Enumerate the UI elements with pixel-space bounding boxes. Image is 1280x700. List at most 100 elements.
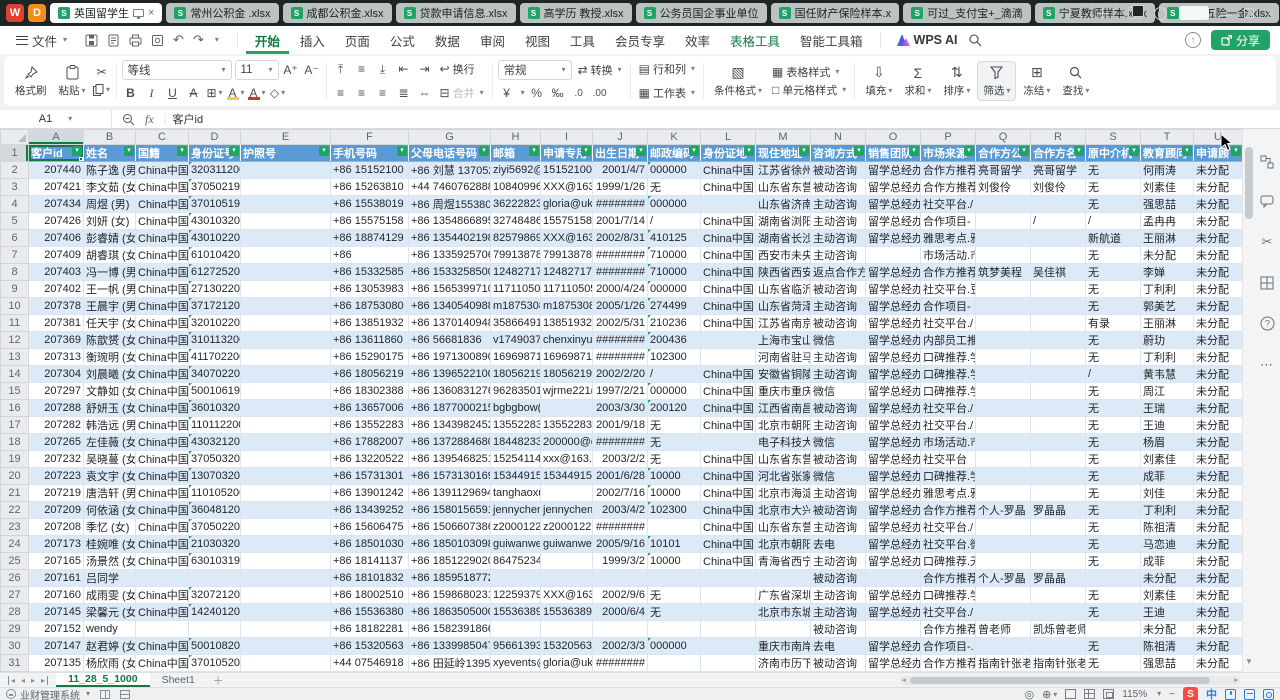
column-header-J[interactable]: J (593, 130, 648, 145)
last-sheet-icon[interactable]: ▸ (41, 676, 48, 685)
merge-cells-button[interactable]: ⊟合并 (437, 84, 487, 102)
cell-I12[interactable]: chenxinyur (541, 332, 593, 349)
zoom-formula-icon[interactable] (122, 113, 135, 126)
column-header-C[interactable]: C (136, 130, 189, 145)
cell-U24[interactable]: 未分配 (1194, 536, 1243, 553)
cell-T2[interactable]: 何雨涛 (1141, 162, 1194, 179)
cell-L24[interactable]: China中国 (701, 536, 756, 553)
cell-M24[interactable]: 北京市朝阳 (756, 536, 811, 553)
cell-M15[interactable]: 重庆市重庆 (756, 383, 811, 400)
cell-J19[interactable]: 2003/2/2 (593, 451, 648, 468)
cell-J24[interactable]: 2005/9/16 (593, 536, 648, 553)
cell-U4[interactable]: 未分配 (1194, 196, 1243, 213)
cell-K16[interactable]: 200120 (648, 400, 701, 417)
cell-G8[interactable]: +86 1533258500 (409, 264, 491, 281)
cell-H24[interactable]: guiwanwei (491, 536, 541, 553)
cell-F13[interactable]: +86 15290175 (331, 349, 409, 366)
cell-M4[interactable]: 山东省济南 (756, 196, 811, 213)
cell-H13[interactable]: 169698712 (491, 349, 541, 366)
copy-button[interactable] (93, 81, 111, 99)
cell-J7[interactable]: ######## (593, 247, 648, 264)
column-header-H[interactable]: H (491, 130, 541, 145)
filter-dropdown-icon[interactable] (744, 146, 754, 156)
cell-K2[interactable]: 000000 (648, 162, 701, 179)
cell-I30[interactable]: 153205639 (541, 638, 593, 655)
ime-mic-icon[interactable] (1225, 689, 1236, 700)
view-pagebreak-icon[interactable] (1084, 689, 1095, 699)
cell-N30[interactable]: 去电 (811, 638, 866, 655)
column-header-A[interactable]: A (29, 130, 84, 145)
column-header-D[interactable]: D (189, 130, 241, 145)
header-cell-F1[interactable]: 手机号码 (331, 145, 409, 162)
cell-Q7[interactable] (976, 247, 1031, 264)
cell-O3[interactable]: 留学总经办 (866, 179, 921, 196)
column-header-G[interactable]: G (409, 130, 491, 145)
cell-B7[interactable]: 胡睿琪 (女 (84, 247, 136, 264)
cell-R22[interactable]: 罗晶晶 (1031, 502, 1086, 519)
cell-H29[interactable] (491, 621, 541, 638)
minimize-button[interactable] (1221, 10, 1232, 16)
cell-T6[interactable]: 王丽淋 (1141, 230, 1194, 247)
filter-dropdown-icon[interactable] (529, 146, 539, 156)
cell-I16[interactable] (541, 400, 593, 417)
cell-C12[interactable]: China中国 (136, 332, 189, 349)
header-cell-Q1[interactable]: 合作方公 (976, 145, 1031, 162)
cell-B17[interactable]: 韩浩远 (男 (84, 417, 136, 434)
cell-C27[interactable]: China中国 (136, 587, 189, 604)
cell-C16[interactable]: China中国 (136, 400, 189, 417)
cell-G2[interactable]: +86 刘慧 137052 (409, 162, 491, 179)
cell-P27[interactable]: 口碑推荐.学 (921, 587, 976, 604)
cell-N28[interactable]: 主动咨询 (811, 604, 866, 621)
cell-U23[interactable]: 未分配 (1194, 519, 1243, 536)
decrease-decimal-button[interactable]: .00 (591, 84, 609, 102)
cell-U17[interactable]: 未分配 (1194, 417, 1243, 434)
menu-item-8[interactable]: 会员专享 (606, 27, 674, 54)
cell-L18[interactable] (701, 434, 756, 451)
vertical-scrollbar-thumb[interactable] (1245, 147, 1253, 219)
cell-M21[interactable]: 北京市海淀 (756, 485, 811, 502)
cell-G6[interactable]: +86 1354402198 (409, 230, 491, 247)
cell-U6[interactable]: 未分配 (1194, 230, 1243, 247)
cell-K25[interactable]: 10000 (648, 553, 701, 570)
cell-L21[interactable]: China中国 (701, 485, 756, 502)
next-sheet-icon[interactable]: ▸ (31, 676, 35, 685)
row-header-20[interactable]: 20 (1, 468, 29, 485)
cell-E3[interactable] (241, 179, 331, 196)
cell-G12[interactable]: +86 56681836 (409, 332, 491, 349)
cell-O17[interactable]: 留学总经办 (866, 417, 921, 434)
cell-P10[interactable]: 合作项目- (921, 298, 976, 315)
cell-Q6[interactable] (976, 230, 1031, 247)
more-icon[interactable]: ⋯ (1260, 357, 1274, 373)
cell-Q9[interactable] (976, 281, 1031, 298)
cell-O25[interactable]: 留学总经办 (866, 553, 921, 570)
cell-N13[interactable]: 主动咨询 (811, 349, 866, 366)
cell-L6[interactable]: China中国 (701, 230, 756, 247)
cell-S25[interactable]: 无 (1086, 553, 1141, 570)
cell-R17[interactable] (1031, 417, 1086, 434)
cell-O11[interactable]: 留学总经办 (866, 315, 921, 332)
cell-L14[interactable]: China中国 (701, 366, 756, 383)
cell-E21[interactable] (241, 485, 331, 502)
cell-F25[interactable]: +86 18141137 (331, 553, 409, 570)
select-all-corner[interactable] (1, 130, 29, 145)
cell-P29[interactable]: 合作方推荐 (921, 621, 976, 638)
cell-R21[interactable] (1031, 485, 1086, 502)
cell-N22[interactable]: 被动咨询 (811, 502, 866, 519)
cell-A25[interactable]: 207165 (29, 553, 84, 570)
cell-G7[interactable]: +86 1335925706 (409, 247, 491, 264)
cell-B2[interactable]: 陈子逸 (男 (84, 162, 136, 179)
cell-C11[interactable]: China中国 (136, 315, 189, 332)
grow-font-button[interactable]: A⁺ (282, 61, 300, 79)
cell-G24[interactable]: +86 1850103098 (409, 536, 491, 553)
cell-E2[interactable] (241, 162, 331, 179)
cell-D25[interactable]: 630103199903020823 (189, 553, 241, 570)
cell-L8[interactable]: China中国 (701, 264, 756, 281)
cell-I22[interactable]: jennychen (541, 502, 593, 519)
cell-O6[interactable]: 留学总经办 (866, 230, 921, 247)
cell-C7[interactable]: China中国 (136, 247, 189, 264)
cell-U15[interactable]: 未分配 (1194, 383, 1243, 400)
header-cell-S1[interactable]: 原中介机 (1086, 145, 1141, 162)
cell-M10[interactable]: 山东省菏泽 (756, 298, 811, 315)
save-icon[interactable] (85, 34, 98, 47)
cell-B14[interactable]: 刘晨曦 (女 (84, 366, 136, 383)
